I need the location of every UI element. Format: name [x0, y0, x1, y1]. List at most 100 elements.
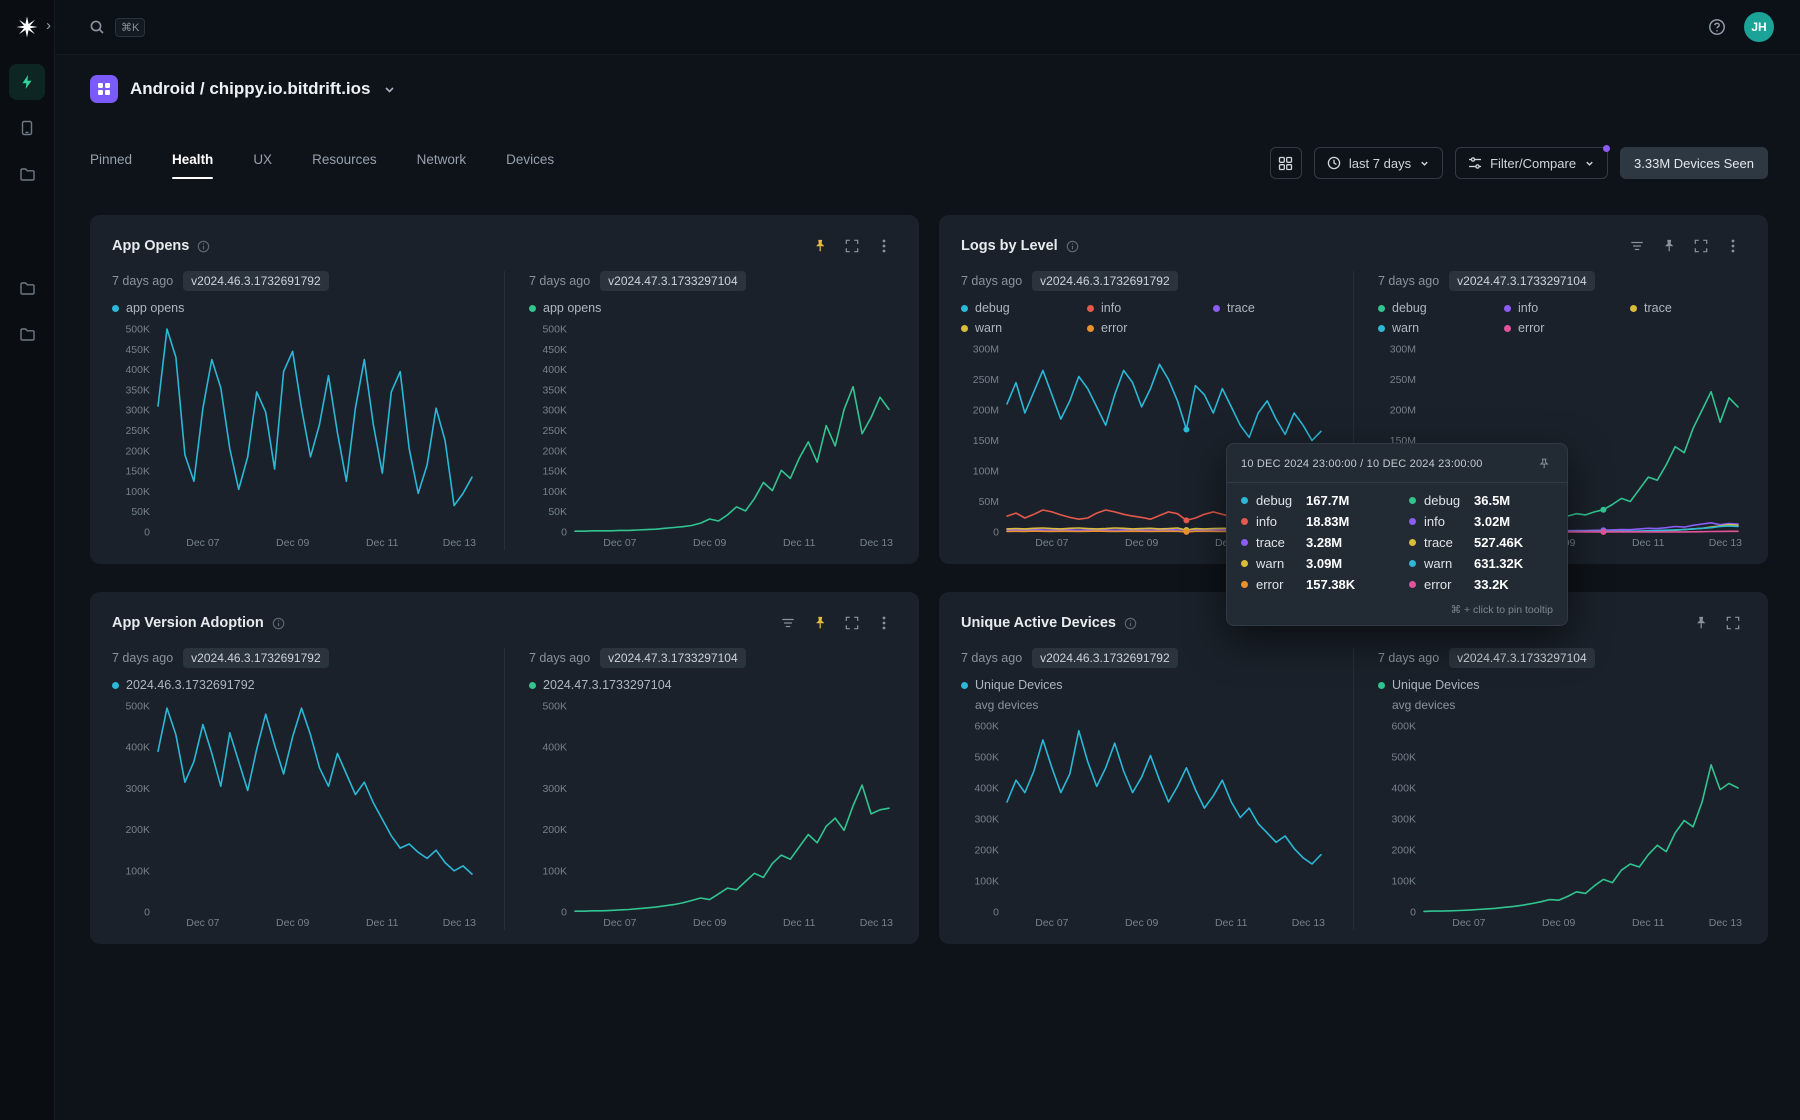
chart-panel-compare: 7 days ago v2024.47.3.1733297104 Unique D… — [1353, 648, 1746, 930]
chart-adoption-baseline[interactable]: 0100K200K300K400K500KDec 07Dec 09Dec 11D… — [112, 700, 480, 930]
panel-age: 7 days ago — [112, 274, 173, 288]
svg-text:150M: 150M — [973, 435, 999, 447]
kebab-icon — [882, 239, 886, 253]
dashboard-controls: last 7 days Filter/Compare 3.33M Devices… — [1270, 147, 1768, 179]
svg-text:100K: 100K — [542, 486, 567, 498]
legend-item[interactable]: debug — [961, 301, 1079, 315]
clock-icon — [1327, 156, 1341, 170]
tab-resources[interactable]: Resources — [312, 148, 377, 179]
legend-item[interactable]: 2024.46.3.1732691792 — [112, 678, 480, 692]
chart-devices-baseline[interactable]: 0100K200K300K400K500K600KDec 07Dec 09Dec… — [961, 720, 1329, 930]
legend-item[interactable]: Unique Devices — [961, 678, 1329, 692]
pin-button[interactable] — [807, 610, 833, 636]
version-badge[interactable]: v2024.46.3.1732691792 — [183, 648, 328, 668]
info-icon[interactable] — [1066, 240, 1079, 253]
bitdrift-logo-icon[interactable] — [14, 14, 40, 40]
sidebar-item-folder-2[interactable] — [9, 270, 45, 306]
legend-dot — [1241, 518, 1248, 525]
version-badge[interactable]: v2024.47.3.1733297104 — [1449, 648, 1594, 668]
query-button[interactable] — [1624, 233, 1650, 259]
legend-item[interactable]: debug — [1378, 301, 1496, 315]
svg-text:Dec 13: Dec 13 — [860, 537, 893, 549]
tab-network[interactable]: Network — [417, 148, 467, 179]
help-button[interactable] — [1708, 18, 1726, 36]
sidebar: › — [0, 0, 55, 1120]
sidebar-item-folder-3[interactable] — [9, 316, 45, 352]
card-header: App Opens — [112, 233, 897, 259]
expand-button[interactable] — [1720, 610, 1746, 636]
pin-button[interactable] — [1656, 233, 1682, 259]
legend-item[interactable]: app opens — [112, 301, 480, 315]
svg-text:450K: 450K — [125, 344, 150, 356]
pin-icon — [1538, 458, 1550, 470]
legend-item[interactable]: trace — [1213, 301, 1329, 315]
more-button[interactable] — [871, 610, 897, 636]
legend-item[interactable]: error — [1504, 321, 1622, 335]
expand-button[interactable] — [1688, 233, 1714, 259]
more-button[interactable] — [871, 233, 897, 259]
more-button[interactable] — [1720, 233, 1746, 259]
legend-item[interactable]: warn — [961, 321, 1079, 335]
legend-item[interactable]: error — [1087, 321, 1205, 335]
version-badge[interactable]: v2024.47.3.1733297104 — [600, 271, 745, 291]
legend-avg-devices[interactable]: avg devices — [975, 698, 1329, 712]
version-badge[interactable]: v2024.46.3.1732691792 — [1032, 648, 1177, 668]
legend-item[interactable]: info — [1504, 301, 1622, 315]
chart-app-opens-baseline[interactable]: 050K100K150K200K250K300K350K400K450K500K… — [112, 323, 480, 550]
version-badge[interactable]: v2024.46.3.1732691792 — [1032, 271, 1177, 291]
tab-bar: Pinned Health UX Resources Network Devic… — [90, 148, 554, 179]
info-icon[interactable] — [272, 617, 285, 630]
legend-item[interactable]: warn — [1378, 321, 1496, 335]
legend-item[interactable]: Unique Devices — [1378, 678, 1746, 692]
pin-button[interactable] — [807, 233, 833, 259]
expand-button[interactable] — [839, 233, 865, 259]
app-switcher-chevron-icon[interactable] — [383, 83, 396, 96]
filter-list-icon — [1630, 239, 1644, 253]
svg-text:350K: 350K — [542, 384, 567, 396]
legend-item[interactable]: trace — [1630, 301, 1746, 315]
chart-adoption-compare[interactable]: 0100K200K300K400K500KDec 07Dec 09Dec 11D… — [529, 700, 897, 930]
devices-seen-button[interactable]: 3.33M Devices Seen — [1620, 147, 1768, 179]
chart-devices-compare[interactable]: 0100K200K300K400K500K600KDec 07Dec 09Dec… — [1378, 720, 1746, 930]
svg-text:100K: 100K — [1391, 876, 1416, 888]
legend-avg-devices[interactable]: avg devices — [1392, 698, 1746, 712]
svg-text:100K: 100K — [125, 486, 150, 498]
filter-compare-button[interactable]: Filter/Compare — [1455, 147, 1608, 179]
tooltip-footer: ⌘ + click to pin tooltip — [1241, 604, 1553, 616]
svg-text:Dec 09: Dec 09 — [276, 537, 309, 549]
card-app-version-adoption: App Version Adoption 7 days agov2024. — [90, 592, 919, 944]
avatar[interactable]: JH — [1744, 12, 1774, 42]
version-badge[interactable]: v2024.47.3.1733297104 — [600, 648, 745, 668]
tab-health[interactable]: Health — [172, 148, 213, 179]
legend-item[interactable]: info — [1087, 301, 1205, 315]
svg-text:450K: 450K — [542, 344, 567, 356]
sidebar-expand-chevron-icon[interactable]: › — [46, 18, 51, 33]
search-button[interactable]: ⌘K — [89, 18, 145, 37]
svg-text:500K: 500K — [542, 324, 567, 336]
sidebar-item-folder-1[interactable] — [9, 156, 45, 192]
svg-text:0: 0 — [144, 907, 150, 919]
legend-dot — [1409, 497, 1416, 504]
tab-pinned[interactable]: Pinned — [90, 148, 132, 179]
version-badge[interactable]: v2024.47.3.1733297104 — [1449, 271, 1594, 291]
legend-item[interactable]: app opens — [529, 301, 897, 315]
tab-ux[interactable]: UX — [253, 148, 272, 179]
info-icon[interactable] — [197, 240, 210, 253]
info-icon[interactable] — [1124, 617, 1137, 630]
tooltip-timestamp: 10 DEC 2024 23:00:00 / 10 DEC 2024 23:00… — [1241, 458, 1483, 470]
pin-button[interactable] — [1688, 610, 1714, 636]
sidebar-item-monitoring[interactable] — [9, 64, 45, 100]
chart-app-opens-compare[interactable]: 050K100K150K200K250K300K350K400K450K500K… — [529, 323, 897, 550]
tab-devices[interactable]: Devices — [506, 148, 554, 179]
tooltip-pin-button[interactable] — [1535, 455, 1553, 473]
legend-dot — [1241, 560, 1248, 567]
legend-item[interactable]: 2024.47.3.1733297104 — [529, 678, 897, 692]
chart-panel-baseline: 7 days agov2024.46.3.1732691792 Unique D… — [961, 648, 1353, 930]
expand-button[interactable] — [839, 610, 865, 636]
time-range-button[interactable]: last 7 days — [1314, 147, 1443, 179]
layout-grid-button[interactable] — [1270, 147, 1302, 179]
panel-age: 7 days ago — [1378, 651, 1439, 665]
sidebar-item-devices[interactable] — [9, 110, 45, 146]
version-badge[interactable]: v2024.46.3.1732691792 — [183, 271, 328, 291]
query-button[interactable] — [775, 610, 801, 636]
